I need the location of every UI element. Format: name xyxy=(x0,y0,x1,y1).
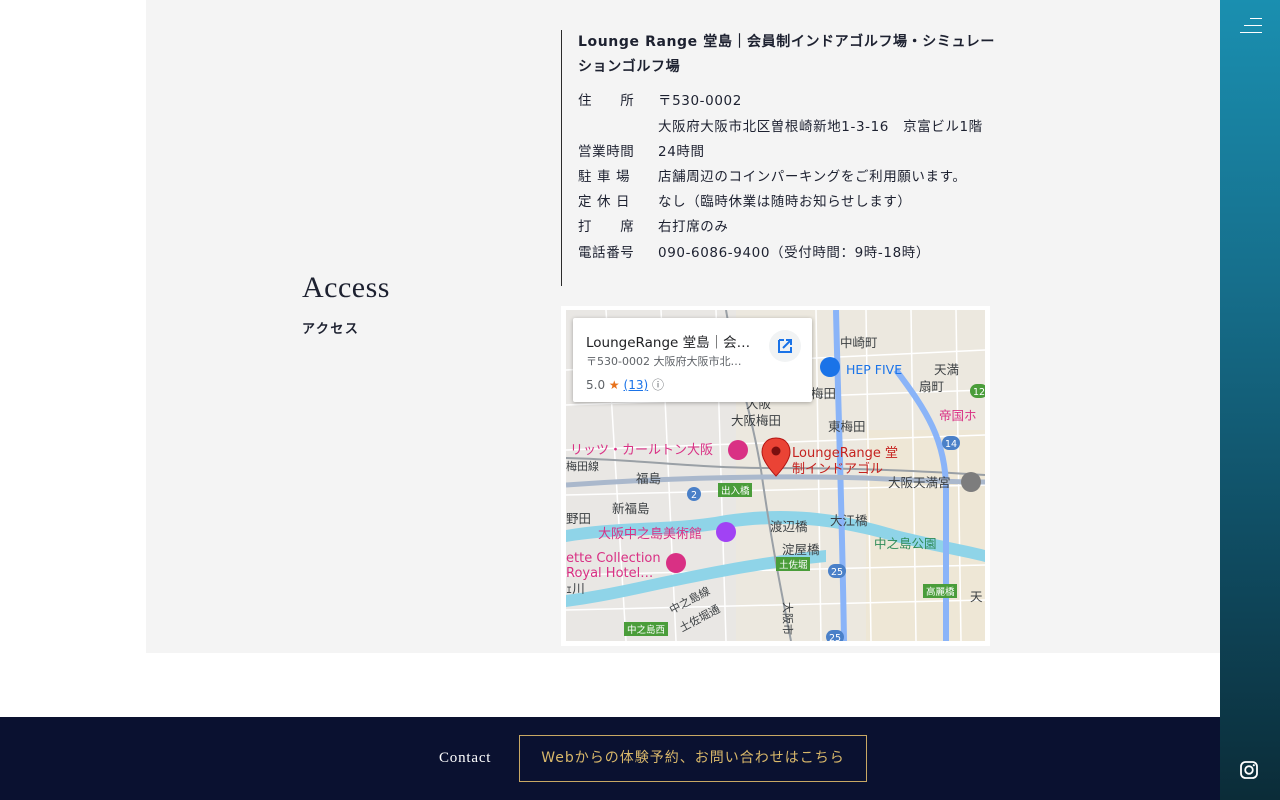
info-value: 右打席のみ xyxy=(658,219,729,235)
info-value: 店舗周辺のコインパーキングをご利用願います。 xyxy=(658,169,967,185)
star-icon: ★ xyxy=(608,378,620,392)
info-row-holiday: 定 休 日 なし（臨時休業は随時お知らせします） xyxy=(578,190,912,215)
info-icon[interactable]: ⓘ xyxy=(652,378,664,392)
map-label: ｪ川 xyxy=(566,581,585,596)
map-label: 新福島 xyxy=(612,501,650,516)
info-value: 〒530-0002 xyxy=(658,93,742,109)
map-label: 12 xyxy=(973,387,985,398)
info-row-address: 住 所 〒530-0002 xyxy=(578,89,742,114)
info-label: 営業時間 xyxy=(578,144,635,160)
info-row-address-2: 大阪府大阪市北区曽根崎新地1-3-16 京富ビル1階 xyxy=(578,115,983,140)
info-label: 定 休 日 xyxy=(578,194,631,210)
map-label: Royal Hotel… xyxy=(566,566,653,581)
rating-value: 5.0 xyxy=(586,378,606,392)
map-label: 渡辺橋 xyxy=(770,519,808,534)
contact-cta-button[interactable]: Webからの体験予約、お問い合わせはこちら xyxy=(519,735,867,782)
info-row-parking: 駐 車 場 店舗周辺のコインパーキングをご利用願います。 xyxy=(578,165,966,190)
external-link-icon[interactable] xyxy=(769,330,801,362)
info-label: 駐 車 場 xyxy=(578,169,631,185)
store-name: Lounge Range 堂島｜会員制インドアゴルフ場・シミュレーションゴルフ場 xyxy=(578,34,995,75)
map-label: 中之島公園 xyxy=(874,536,937,551)
footer: Contact Webからの体験予約、お問い合わせはこちら xyxy=(0,717,1220,800)
map-label: 出入橋 xyxy=(721,485,750,497)
map-label: 淀屋橋 xyxy=(782,542,820,557)
map-label: 天 xyxy=(970,589,983,604)
info-row-hours: 営業時間 24時間 xyxy=(578,140,705,165)
map-label: 25 xyxy=(829,633,841,641)
info-value: 大阪府大阪市北区曽根崎新地1-3-16 京富ビル1階 xyxy=(658,119,983,135)
place-card: LoungeRange 堂島｜会… 〒530-0002 大阪府大阪市北… 5.0… xyxy=(573,318,812,402)
side-nav xyxy=(1220,0,1280,800)
info-value: 24時間 xyxy=(658,144,705,160)
map-label: 大阪天満宮 xyxy=(888,475,951,490)
map-label: 中崎町 xyxy=(840,335,878,350)
map-label: 天満 xyxy=(934,362,959,377)
footer-contact-label: Contact xyxy=(439,750,492,766)
map-label: 中之島西 xyxy=(627,624,665,636)
map-label: 梅田 xyxy=(811,386,836,401)
map-label: 大阪梅田 xyxy=(731,413,781,428)
info-value: 090-6086-9400（受付時間：9時-18時） xyxy=(658,245,930,261)
place-address: 〒530-0002 大阪府大阪市北… xyxy=(586,355,742,368)
map-label: 扇町 xyxy=(919,379,944,394)
map-label: 東梅田 xyxy=(828,419,866,434)
info-label: 電話番号 xyxy=(578,245,635,261)
info-value: なし（臨時休業は随時お知らせします） xyxy=(658,194,912,210)
map-label: 大江橋 xyxy=(830,513,868,528)
store-info: Lounge Range 堂島｜会員制インドアゴルフ場・シミュレーションゴルフ場… xyxy=(561,30,1002,286)
map-label: ette Collection xyxy=(566,551,661,566)
map-label: 野田 xyxy=(566,511,591,526)
map-label: 大阪中之島美術館 xyxy=(598,527,702,542)
map-label: 制インドアゴル xyxy=(792,461,883,477)
map-label: 大阪市 xyxy=(781,602,795,635)
map-canvas[interactable]: 中崎町 HEP FIVE 天満 扇町 梅田 大阪 大阪梅田 東梅田 帝国ホ リッ… xyxy=(566,310,985,641)
access-heading-ja: アクセス xyxy=(302,322,360,337)
map-embed[interactable]: 中崎町 HEP FIVE 天満 扇町 梅田 大阪 大阪梅田 東梅田 帝国ホ リッ… xyxy=(561,306,990,646)
map-label: 土佐堀 xyxy=(779,559,808,571)
map-label: HEP FIVE xyxy=(846,362,902,377)
info-row-booths: 打 席 右打席のみ xyxy=(578,215,729,240)
map-label: 高麗橋 xyxy=(926,586,955,598)
instagram-icon[interactable] xyxy=(1239,760,1259,780)
map-label: LoungeRange 堂 xyxy=(792,446,898,461)
info-label: 打 席 xyxy=(578,219,635,235)
map-label: 福島 xyxy=(636,471,661,486)
map-label: 25 xyxy=(831,567,843,578)
place-title: LoungeRange 堂島｜会… xyxy=(586,335,751,351)
map-label: 2 xyxy=(691,490,697,501)
map-label: 梅田線 xyxy=(566,459,599,473)
map-label: 帝国ホ xyxy=(939,408,977,423)
map-label: 14 xyxy=(945,439,957,450)
review-count-link[interactable]: (13) xyxy=(624,378,649,392)
info-row-phone: 電話番号 090-6086-9400（受付時間：9時-18時） xyxy=(578,241,930,266)
place-rating: 5.0 ★ (13) ⓘ xyxy=(586,376,664,393)
access-heading-en: Access xyxy=(302,271,390,304)
info-label: 住 所 xyxy=(578,93,635,109)
map-label: リッツ・カールトン大阪 xyxy=(570,443,713,458)
hamburger-menu-icon[interactable] xyxy=(1240,14,1262,36)
access-heading: Access アクセス xyxy=(302,268,390,337)
